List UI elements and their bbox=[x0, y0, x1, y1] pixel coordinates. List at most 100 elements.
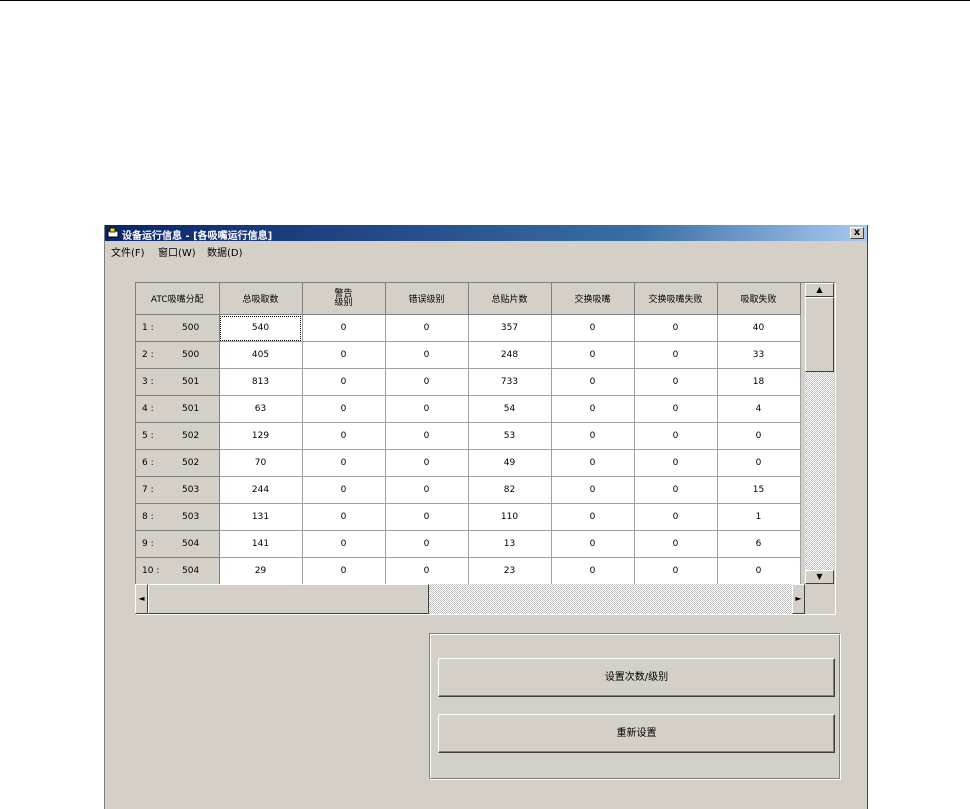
grid-cell[interactable]: 0 bbox=[634, 422, 718, 450]
horizontal-scrollbar[interactable]: ◄ ► bbox=[135, 584, 805, 614]
table-row[interactable]: 10 :504 29 0 0 23 0 0 0 bbox=[136, 557, 801, 585]
col-header-pick-fail[interactable]: 吸取失败 bbox=[717, 283, 801, 315]
grid-cell[interactable]: 0 bbox=[551, 368, 635, 396]
grid-cell[interactable]: 0 bbox=[385, 449, 469, 477]
row-header[interactable]: 3 : 501 bbox=[136, 368, 220, 396]
row-header[interactable]: 7 : 503 bbox=[136, 476, 220, 504]
col-header-atc[interactable]: ATC吸嘴分配 bbox=[136, 283, 220, 315]
grid-cell[interactable]: 0 bbox=[302, 314, 386, 342]
row-header[interactable]: 1 : 500 bbox=[136, 314, 220, 342]
col-header-warning-level[interactable]: 警告 级别 bbox=[302, 283, 386, 315]
grid-cell[interactable]: 0 bbox=[551, 530, 635, 558]
grid-cell[interactable]: 0 bbox=[634, 368, 718, 396]
grid-cell[interactable]: 0 bbox=[551, 476, 635, 504]
scroll-left-button[interactable]: ◄ bbox=[135, 584, 148, 614]
grid-cell[interactable]: 0 bbox=[385, 530, 469, 558]
grid-cell[interactable]: 0 bbox=[717, 557, 801, 585]
row-header[interactable]: 8 : 503 bbox=[136, 503, 220, 531]
grid-cell[interactable]: 248 bbox=[468, 341, 552, 369]
grid-cell[interactable]: 0 bbox=[385, 557, 469, 585]
scroll-right-button[interactable]: ► bbox=[792, 584, 805, 614]
grid-cell[interactable]: 0 bbox=[551, 395, 635, 423]
grid-cell[interactable]: 0 bbox=[551, 503, 635, 531]
grid-cell[interactable]: 0 bbox=[551, 422, 635, 450]
grid-cell[interactable]: 40 bbox=[717, 314, 801, 342]
grid-cell[interactable]: 0 bbox=[385, 368, 469, 396]
grid-cell[interactable]: 18 bbox=[717, 368, 801, 396]
grid-cell[interactable]: 0 bbox=[717, 449, 801, 477]
vertical-scrollbar[interactable]: ▲ ▼ bbox=[805, 283, 834, 584]
grid-cell[interactable]: 0 bbox=[302, 422, 386, 450]
grid-cell[interactable]: 29 bbox=[219, 557, 303, 585]
horizontal-scroll-thumb[interactable] bbox=[148, 584, 429, 614]
row-header[interactable]: 9 : 504 bbox=[136, 530, 220, 558]
grid-cell[interactable]: 540 bbox=[219, 314, 303, 342]
col-header-total-pick[interactable]: 总吸取数 bbox=[219, 283, 303, 315]
title-bar[interactable]: 设备运行信息 - [各吸嘴运行信息] x bbox=[105, 225, 867, 242]
grid-cell[interactable]: 129 bbox=[219, 422, 303, 450]
grid-cell[interactable]: 0 bbox=[634, 530, 718, 558]
grid-cell[interactable]: 0 bbox=[551, 314, 635, 342]
row-header[interactable]: 10 : 504 bbox=[136, 557, 220, 585]
grid-cell[interactable]: 0 bbox=[302, 341, 386, 369]
grid-cell[interactable]: 70 bbox=[219, 449, 303, 477]
grid-cell[interactable]: 0 bbox=[634, 557, 718, 585]
grid-cell[interactable]: 33 bbox=[717, 341, 801, 369]
grid-cell[interactable]: 0 bbox=[634, 395, 718, 423]
menu-file[interactable]: 文件(F) bbox=[111, 244, 145, 259]
grid-cell[interactable]: 0 bbox=[302, 395, 386, 423]
row-header[interactable]: 2 : 500 bbox=[136, 341, 220, 369]
grid-cell[interactable]: 0 bbox=[385, 314, 469, 342]
grid-cell[interactable]: 0 bbox=[551, 557, 635, 585]
grid-cell[interactable]: 131 bbox=[219, 503, 303, 531]
col-header-error-level[interactable]: 错误级别 bbox=[385, 283, 469, 315]
table-row[interactable]: 1 :500 540 0 0 357 0 0 40 bbox=[136, 314, 801, 342]
grid-cell[interactable]: 0 bbox=[302, 503, 386, 531]
grid-cell[interactable]: 110 bbox=[468, 503, 552, 531]
table-row[interactable]: 8 :503 131 0 0 110 0 0 1 bbox=[136, 503, 801, 531]
grid-cell[interactable]: 0 bbox=[302, 530, 386, 558]
grid-cell[interactable]: 0 bbox=[634, 341, 718, 369]
grid-cell[interactable]: 0 bbox=[385, 476, 469, 504]
close-button[interactable]: x bbox=[850, 227, 864, 239]
grid-cell[interactable]: 53 bbox=[468, 422, 552, 450]
reset-button[interactable]: 重新设置 bbox=[438, 714, 835, 753]
grid-cell[interactable]: 0 bbox=[302, 557, 386, 585]
grid-cell[interactable]: 0 bbox=[385, 395, 469, 423]
grid-cell[interactable]: 15 bbox=[717, 476, 801, 504]
table-row[interactable]: 5 :502 129 0 0 53 0 0 0 bbox=[136, 422, 801, 450]
grid-cell[interactable]: 0 bbox=[551, 341, 635, 369]
grid-cell[interactable]: 141 bbox=[219, 530, 303, 558]
grid-cell[interactable]: 0 bbox=[385, 503, 469, 531]
row-header[interactable]: 5 : 502 bbox=[136, 422, 220, 450]
grid-cell[interactable]: 0 bbox=[302, 368, 386, 396]
grid-cell[interactable]: 357 bbox=[468, 314, 552, 342]
set-count-level-button[interactable]: 设置次数/级别 bbox=[438, 658, 835, 697]
grid-cell[interactable]: 0 bbox=[302, 449, 386, 477]
grid-cell[interactable]: 0 bbox=[717, 422, 801, 450]
grid-cell[interactable]: 244 bbox=[219, 476, 303, 504]
table-row[interactable]: 9 :504 141 0 0 13 0 0 6 bbox=[136, 530, 801, 558]
grid-cell[interactable]: 0 bbox=[634, 449, 718, 477]
col-header-nozzle-change-fail[interactable]: 交换吸嘴失败 bbox=[634, 283, 718, 315]
scroll-up-button[interactable]: ▲ bbox=[805, 283, 834, 297]
grid-cell[interactable]: 0 bbox=[634, 314, 718, 342]
table-row[interactable]: 6 :502 70 0 0 49 0 0 0 bbox=[136, 449, 801, 477]
table-row[interactable]: 3 :501 813 0 0 733 0 0 18 bbox=[136, 368, 801, 396]
row-header[interactable]: 6 : 502 bbox=[136, 449, 220, 477]
col-header-total-mount[interactable]: 总贴片数 bbox=[468, 283, 552, 315]
table-row[interactable]: 4 :501 63 0 0 54 0 0 4 bbox=[136, 395, 801, 423]
grid-cell[interactable]: 6 bbox=[717, 530, 801, 558]
grid-cell[interactable]: 733 bbox=[468, 368, 552, 396]
row-header[interactable]: 4 : 501 bbox=[136, 395, 220, 423]
grid-cell[interactable]: 0 bbox=[551, 449, 635, 477]
grid-cell[interactable]: 813 bbox=[219, 368, 303, 396]
grid-cell[interactable]: 63 bbox=[219, 395, 303, 423]
grid-cell[interactable]: 23 bbox=[468, 557, 552, 585]
grid-cell[interactable]: 13 bbox=[468, 530, 552, 558]
table-row[interactable]: 7 :503 244 0 0 82 0 0 15 bbox=[136, 476, 801, 504]
scroll-down-button[interactable]: ▼ bbox=[805, 570, 834, 584]
menu-window[interactable]: 窗口(W) bbox=[158, 244, 196, 259]
grid-cell[interactable]: 0 bbox=[302, 476, 386, 504]
grid-cell[interactable]: 1 bbox=[717, 503, 801, 531]
